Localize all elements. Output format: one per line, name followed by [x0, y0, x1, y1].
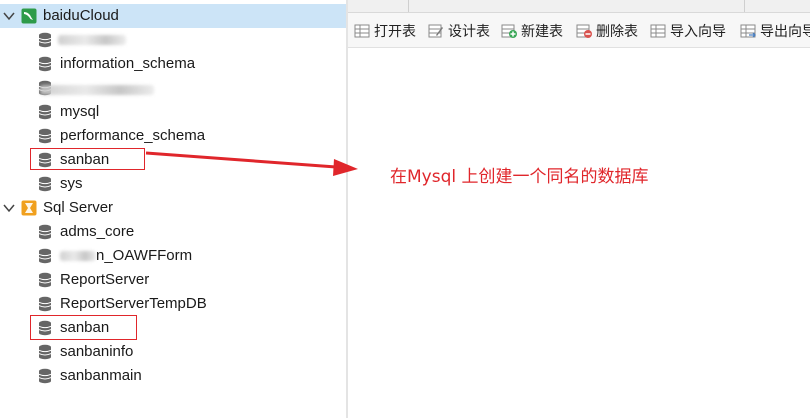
design-table-icon — [428, 24, 443, 38]
db-item-mysql[interactable]: mysql — [0, 100, 346, 124]
database-icon — [38, 32, 52, 48]
database-icon — [38, 224, 52, 240]
highlight-box-sqlserver-sanban — [30, 315, 137, 340]
import-wizard-icon — [650, 24, 666, 38]
database-icon — [38, 56, 52, 72]
db-label: adms_core — [60, 223, 135, 240]
database-icon — [38, 344, 52, 360]
database-icon — [38, 128, 52, 144]
connection-baiducloud[interactable]: baiduCloud — [0, 4, 346, 28]
export-wizard-icon — [740, 24, 756, 38]
db-label: ReportServerTempDB — [60, 295, 207, 312]
new-table-icon — [501, 24, 517, 38]
db-item-reportserver[interactable]: ReportServer — [0, 268, 346, 292]
db-item-sanbanmain[interactable]: sanbanmain — [0, 364, 346, 388]
object-panel: 打开表 设计表 新建表 删除表 导入向导 导出向导 — [348, 0, 810, 418]
db-item-information-schema[interactable]: information_schema — [0, 52, 346, 76]
db-label: sys — [60, 175, 83, 192]
db-item-reportservertempdb[interactable]: ReportServerTempDB — [0, 292, 346, 316]
connection-label: baiduCloud — [43, 7, 119, 24]
sqlserver-connection-icon — [21, 200, 37, 216]
redaction-blur — [60, 251, 96, 261]
database-icon — [38, 248, 52, 264]
redaction-blur — [40, 85, 154, 95]
db-label: information_schema — [60, 55, 196, 72]
delete-table-icon — [576, 24, 592, 38]
db-label: n_OAWFForm — [96, 247, 193, 264]
highlight-box-mysql-sanban — [30, 148, 145, 170]
open-table-label: 打开表 — [374, 23, 416, 39]
db-item-oawfform[interactable]: n_OAWFForm — [0, 244, 346, 268]
expand-toggle-icon[interactable] — [3, 200, 15, 216]
db-item[interactable] — [0, 28, 346, 52]
db-item-performance-schema[interactable]: performance_schema — [0, 124, 346, 148]
new-table-button[interactable]: 新建表 — [501, 20, 563, 42]
database-icon — [38, 368, 52, 384]
db-label: performance_schema — [60, 127, 206, 144]
database-icon — [38, 272, 52, 288]
open-table-button[interactable]: 打开表 — [354, 20, 416, 42]
object-toolbar: 打开表 设计表 新建表 删除表 导入向导 导出向导 — [348, 13, 810, 48]
db-item-adms-core[interactable]: adms_core — [0, 220, 346, 244]
import-wizard-button[interactable]: 导入向导 — [650, 20, 726, 42]
delete-table-button[interactable]: 删除表 — [576, 20, 638, 42]
tab-bar — [348, 0, 810, 13]
db-label: mysql — [60, 103, 100, 120]
export-wizard-label: 导出向导 — [760, 23, 810, 39]
design-table-button[interactable]: 设计表 — [428, 20, 490, 42]
db-label: sanbanmain — [60, 367, 142, 384]
export-wizard-button[interactable]: 导出向导 — [740, 20, 810, 42]
tab-separator — [408, 0, 409, 12]
mysql-connection-icon — [21, 8, 37, 24]
navigation-tree: baiduCloud information_schema mysql perf… — [0, 0, 346, 418]
db-label: sanbaninfo — [60, 343, 134, 360]
database-icon — [38, 104, 52, 120]
delete-table-label: 删除表 — [596, 23, 638, 39]
import-wizard-label: 导入向导 — [670, 23, 726, 39]
new-table-label: 新建表 — [521, 23, 563, 39]
open-table-icon — [354, 24, 370, 38]
db-item[interactable] — [0, 76, 346, 100]
database-icon — [38, 296, 52, 312]
design-table-label: 设计表 — [448, 23, 490, 39]
expand-toggle-icon[interactable] — [3, 8, 15, 24]
db-item-sys[interactable]: sys — [0, 172, 346, 196]
db-item-sanbaninfo[interactable]: sanbaninfo — [0, 340, 346, 364]
db-label: ReportServer — [60, 271, 150, 288]
redaction-blur — [58, 35, 126, 45]
annotation-text: 在Mysql 上创建一个同名的数据库 — [390, 167, 649, 187]
connection-sql-server[interactable]: Sql Server — [0, 196, 346, 220]
tab-separator — [744, 0, 745, 12]
database-icon — [38, 176, 52, 192]
connection-label: Sql Server — [43, 199, 114, 216]
